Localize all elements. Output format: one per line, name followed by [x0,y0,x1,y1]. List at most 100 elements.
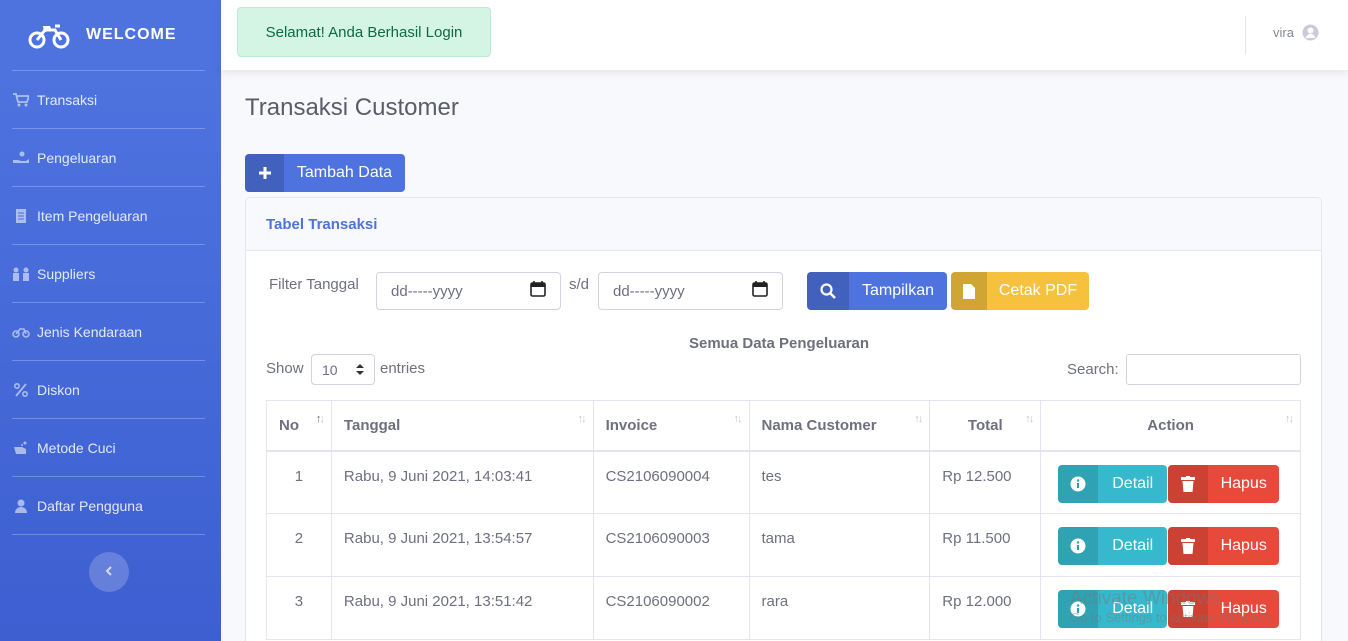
sidebar-brand[interactable]: WELCOME [0,0,221,70]
card-title: Tabel Transaksi [266,215,378,233]
column-header-total[interactable]: Total ↑↓ [929,400,1042,452]
print-pdf-label: Cetak PDF [998,282,1078,299]
detail-button[interactable]: Detail [1058,464,1168,503]
end-date-input[interactable]: dd-----yyyy [598,272,783,310]
trash-icon [1168,464,1209,503]
percent-icon [12,382,30,397]
sidebar-item-jenis-kendaraan[interactable]: Jenis Kendaraan [0,303,221,360]
sidebar-item-diskon[interactable]: Diskon [0,361,221,418]
user-menu[interactable]: vira [1273,24,1319,41]
column-header-invoice[interactable]: Invoice ↑↓ [592,400,750,452]
transactions-table: No ↑↓ Tanggal ↑↓ Invoice ↑↓ Nama Customer ↑↓… [266,400,1301,640]
delete-label: Hapus [1220,474,1267,492]
entries-label: entries [380,360,426,377]
search-label: Search: [1067,361,1119,378]
sidebar-item-daftar-pengguna[interactable]: Daftar Pengguna [0,477,221,534]
info-icon [1058,464,1099,503]
sidebar-item-transaksi[interactable]: Transaksi [0,71,221,128]
column-header-tanggal[interactable]: Tanggal ↑↓ [330,400,594,452]
show-button-label: Tampilkan [861,282,935,299]
detail-button[interactable]: Detail [1058,590,1168,628]
add-data-button[interactable]: Tambah Data [245,154,405,192]
cell-customer: tes [748,450,931,514]
login-success-alert: Selamat! Anda Berhasil Login [237,7,491,57]
sidebar-item-label: Transaksi [37,91,98,108]
topbar-divider [1245,16,1246,54]
cell-no: 2 [266,513,332,577]
show-button[interactable]: Tampilkan [807,272,947,310]
cell-action: Detail Hapus [1040,450,1301,514]
sidebar-item-label: Item Pengeluaran [37,207,148,224]
show-entries-label: Show [266,360,304,377]
column-header-no[interactable]: No ↑↓ [266,400,332,452]
add-data-label: Tambah Data [296,164,393,181]
detail-label: Detail [1112,474,1154,492]
print-pdf-button[interactable]: Cetak PDF [951,272,1089,310]
file-icon [951,272,987,310]
column-label: Tanggal [343,416,401,434]
info-icon [1058,527,1099,565]
cell-no: 1 [266,450,332,514]
topbar: Selamat! Anda Berhasil Login vira [221,0,1348,70]
sidebar-item-pengeluaran[interactable]: Pengeluaran [0,129,221,186]
table-row: 2 Rabu, 9 Juni 2021, 13:54:57 CS21060900… [266,513,1301,577]
delete-button[interactable]: Hapus [1168,527,1280,565]
delete-button[interactable]: Hapus [1168,464,1280,503]
page-title: Transaksi Customer [245,94,459,121]
sort-icon: ↑↓ [733,413,743,425]
cell-tanggal: Rabu, 9 Juni 2021, 14:03:41 [330,450,594,514]
date-range-separator: s/d [569,276,590,293]
cell-tanggal: Rabu, 9 Juni 2021, 13:54:57 [330,513,594,577]
cell-action: Detail Hapus [1040,513,1301,577]
cell-invoice: CS2106090002 [592,576,750,640]
delete-label: Hapus [1220,600,1267,617]
user-icon [12,499,30,513]
brand-title: WELCOME [86,26,177,43]
sidebar-item-label: Pengeluaran [37,149,117,166]
start-date-placeholder: dd-----yyyy [391,282,463,300]
plus-icon [245,154,284,192]
sidebar-item-suppliers[interactable]: Suppliers [0,245,221,302]
column-label: Nama Customer [761,416,877,434]
page-length-value: 10 [322,361,338,378]
start-date-input[interactable]: dd-----yyyy [376,272,561,310]
search-icon [807,272,849,310]
calendar-icon[interactable] [530,281,546,301]
column-label: No [279,416,299,434]
cell-no: 3 [266,576,332,640]
username: vira [1273,25,1294,40]
sort-icon: ↑↓ [1025,413,1034,425]
detail-button[interactable]: Detail [1058,527,1168,565]
detail-label: Detail [1112,600,1154,617]
info-icon [1058,590,1099,628]
sidebar-item-label: Daftar Pengguna [37,497,143,514]
sort-arrows-icon [356,362,364,378]
card-header: Tabel Transaksi [246,198,1321,251]
delete-button[interactable]: Hapus [1168,590,1280,628]
cell-invoice: CS2106090003 [592,513,750,577]
sidebar-item-label: Suppliers [37,265,96,282]
chevron-left-icon [105,563,113,581]
trash-icon [1168,527,1209,565]
receipt-icon [12,208,30,223]
hands-wash-icon [12,441,30,455]
table-caption: Semua Data Pengeluaran [689,335,870,352]
calendar-icon[interactable] [752,281,768,301]
detail-label: Detail [1112,537,1154,554]
sidebar-item-label: Metode Cuci [37,439,116,456]
sort-icon: ↑↓ [577,413,587,425]
end-date-placeholder: dd-----yyyy [613,282,685,300]
sort-icon: ↑↓ [1285,413,1294,425]
search-input[interactable] [1126,354,1301,385]
user-avatar-icon [1302,24,1319,41]
people-icon [12,267,30,281]
table-row: 1 Rabu, 9 Juni 2021, 14:03:41 CS21060900… [266,450,1301,514]
cell-tanggal: Rabu, 9 Juni 2021, 13:51:42 [330,576,594,640]
sidebar-item-item-pengeluaran[interactable]: Item Pengeluaran [0,187,221,244]
column-header-nama-customer[interactable]: Nama Customer ↑↓ [748,400,931,452]
page-length-select[interactable]: 10 [311,354,375,385]
cell-customer: tama [748,513,931,577]
column-header-action[interactable]: Action ↑↓ [1040,400,1301,452]
sidebar-item-metode-cuci[interactable]: Metode Cuci [0,419,221,476]
sidebar-toggle-button[interactable] [89,552,129,592]
